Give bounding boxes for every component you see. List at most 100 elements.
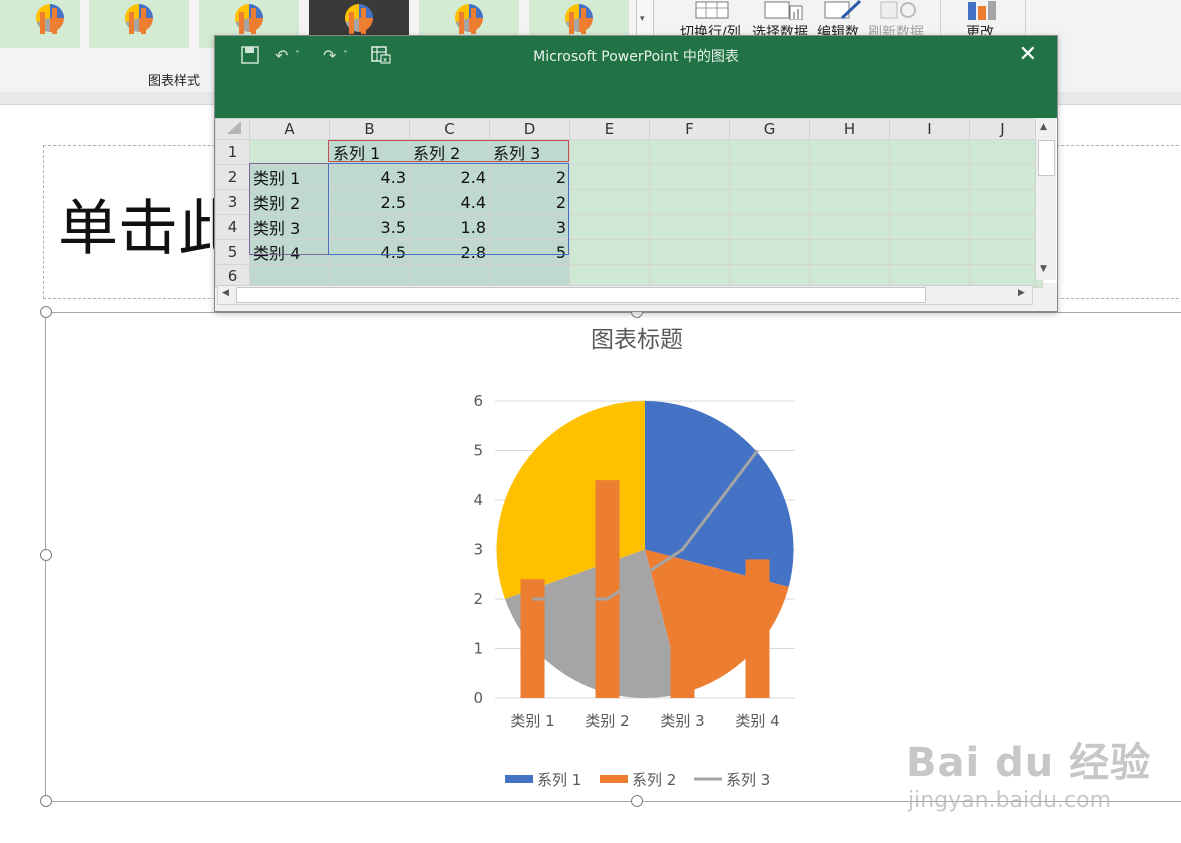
horizontal-scroll-thumb[interactable] xyxy=(236,287,926,303)
sheet-cell[interactable]: 4.4 xyxy=(409,189,490,215)
excel-title-bar[interactable]: ↶ ˅ ↷ ˅ x Microsoft PowerPoint 中的图表 ✕ xyxy=(215,36,1057,118)
sheet-cell[interactable] xyxy=(809,139,890,165)
sheet-cell[interactable] xyxy=(809,239,890,265)
sheet-cell[interactable] xyxy=(569,214,650,240)
sheet-cell[interactable] xyxy=(889,189,970,215)
chart-title[interactable]: 图表标题 xyxy=(591,327,683,353)
scroll-up-icon[interactable]: ▲ xyxy=(1040,122,1047,132)
column-header[interactable]: E xyxy=(569,118,650,140)
sheet-cell[interactable] xyxy=(569,239,650,265)
excel-window[interactable]: ↶ ˅ ↷ ˅ x Microsoft PowerPoint 中的图表 ✕ A … xyxy=(214,35,1058,312)
legend-label[interactable]: 系列 3 xyxy=(726,771,770,789)
legend-label[interactable]: 系列 2 xyxy=(632,771,676,789)
vertical-scrollbar[interactable]: ▲ ▼ xyxy=(1035,118,1056,280)
sheet-cell[interactable]: 2 xyxy=(489,189,570,215)
vertical-scroll-thumb[interactable] xyxy=(1038,140,1055,176)
scroll-right-icon[interactable]: ▶ xyxy=(1018,288,1025,298)
bar[interactable] xyxy=(520,579,545,698)
row-header[interactable]: 5 xyxy=(215,239,250,265)
sheet-cell[interactable]: 2.5 xyxy=(329,189,410,215)
sheet-cell[interactable] xyxy=(649,139,730,165)
sheet-cell[interactable] xyxy=(729,189,810,215)
excel-window-title: Microsoft PowerPoint 中的图表 xyxy=(533,49,739,65)
column-header[interactable]: H xyxy=(809,118,890,140)
sheet-cell[interactable]: 3 xyxy=(489,214,570,240)
sheet-cell[interactable] xyxy=(809,214,890,240)
row-header[interactable]: 4 xyxy=(215,214,250,240)
sheet-cell[interactable] xyxy=(729,164,810,190)
close-icon[interactable]: ✕ xyxy=(1019,42,1037,67)
y-axis-ticks: 0 1 2 3 4 5 6 xyxy=(473,392,483,707)
legend-swatch[interactable] xyxy=(600,775,628,783)
y-tick-label: 0 xyxy=(473,689,483,707)
sheet-cell[interactable]: 类别 1 xyxy=(249,164,330,190)
sheet-cell[interactable] xyxy=(809,189,890,215)
sheet-cell[interactable]: 系列 1 xyxy=(329,139,410,165)
sheet-row: 4 类别 3 3.5 1.8 3 xyxy=(215,214,1043,240)
x-tick-label: 类别 1 xyxy=(510,712,554,730)
sheet-cell[interactable] xyxy=(809,164,890,190)
sheet-cell[interactable] xyxy=(969,214,1036,240)
y-tick-label: 2 xyxy=(473,590,483,608)
column-header[interactable]: F xyxy=(649,118,730,140)
sheet-cell[interactable] xyxy=(649,239,730,265)
select-all-corner[interactable] xyxy=(215,118,250,140)
sheet-cell[interactable]: 2 xyxy=(489,164,570,190)
sheet-cell[interactable]: 1.8 xyxy=(409,214,490,240)
sheet-cell[interactable] xyxy=(889,214,970,240)
row-header[interactable]: 1 xyxy=(215,139,250,165)
sheet-cell[interactable] xyxy=(649,189,730,215)
row-header[interactable]: 2 xyxy=(215,164,250,190)
bar[interactable] xyxy=(745,559,770,698)
sheet-cell[interactable] xyxy=(889,139,970,165)
legend-swatch[interactable] xyxy=(505,775,533,783)
sheet-cell[interactable] xyxy=(649,214,730,240)
sheet-cell[interactable]: 3.5 xyxy=(329,214,410,240)
row-header[interactable]: 3 xyxy=(215,189,250,215)
sheet-cell[interactable] xyxy=(249,139,330,165)
sheet-cell[interactable]: 系列 3 xyxy=(489,139,570,165)
column-header[interactable]: J xyxy=(969,118,1036,140)
column-header[interactable]: B xyxy=(329,118,410,140)
sheet-row: 1 系列 1 系列 2 系列 3 xyxy=(215,139,1043,165)
sheet-cell[interactable] xyxy=(969,239,1036,265)
sheet-cell[interactable] xyxy=(729,239,810,265)
sheet-cell[interactable] xyxy=(569,189,650,215)
sheet-cell[interactable] xyxy=(889,164,970,190)
sheet-cell[interactable] xyxy=(969,189,1036,215)
column-header[interactable]: C xyxy=(409,118,490,140)
sheet-cell[interactable] xyxy=(889,239,970,265)
legend-label[interactable]: 系列 1 xyxy=(537,771,581,789)
column-header[interactable]: D xyxy=(489,118,570,140)
column-header[interactable]: I xyxy=(889,118,970,140)
scroll-left-icon[interactable]: ◀ xyxy=(222,288,229,298)
sheet-cell[interactable]: 系列 2 xyxy=(409,139,490,165)
sheet-cell[interactable] xyxy=(729,214,810,240)
sheet-cell[interactable]: 5 xyxy=(489,239,570,265)
sheet-cell[interactable]: 4.3 xyxy=(329,164,410,190)
y-tick-label: 3 xyxy=(473,541,483,559)
sheet-cell[interactable] xyxy=(969,164,1036,190)
x-tick-label: 类别 4 xyxy=(735,712,779,730)
sheet-cell[interactable] xyxy=(969,139,1036,165)
horizontal-scrollbar[interactable]: ◀ ▶ xyxy=(217,285,1033,305)
sheet-cell[interactable]: 2.8 xyxy=(409,239,490,265)
watermark-logo: Bai du 经验 xyxy=(906,740,1152,786)
sheet-cell[interactable] xyxy=(569,139,650,165)
sheet-cell[interactable]: 2.4 xyxy=(409,164,490,190)
sheet-row: 5 类别 4 4.5 2.8 5 xyxy=(215,239,1043,265)
sheet-cell[interactable] xyxy=(649,164,730,190)
sheet-cell[interactable]: 类别 2 xyxy=(249,189,330,215)
sheet-cell[interactable] xyxy=(569,164,650,190)
sheet-cell[interactable]: 4.5 xyxy=(329,239,410,265)
bar[interactable] xyxy=(670,608,695,698)
sheet-cell[interactable] xyxy=(729,139,810,165)
bar[interactable] xyxy=(595,480,620,698)
spreadsheet-grid[interactable]: A B C D E F G H I J 1 系列 1 系列 2 系列 3 2 类别 1 4.… xyxy=(215,118,1057,288)
sheet-cell[interactable]: 类别 4 xyxy=(249,239,330,265)
column-header[interactable]: G xyxy=(729,118,810,140)
y-tick-label: 1 xyxy=(473,640,483,658)
column-header[interactable]: A xyxy=(249,118,330,140)
sheet-cell[interactable]: 类别 3 xyxy=(249,214,330,240)
scroll-down-icon[interactable]: ▼ xyxy=(1040,264,1047,274)
